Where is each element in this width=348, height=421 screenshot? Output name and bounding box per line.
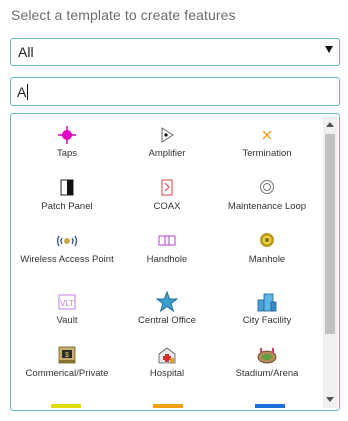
template-item-amplifier[interactable]: Amplifier [117, 124, 217, 159]
panel-heading: Select a template to create features [11, 7, 236, 23]
template-item-wireless-access-point[interactable]: Wireless Access Point [17, 230, 117, 265]
template-item-handhole[interactable]: Handhole [117, 230, 217, 265]
template-item-patch-panel[interactable]: Patch Panel [17, 177, 117, 212]
scrollbar-thumb[interactable] [325, 134, 335, 334]
template-label: Wireless Access Point [20, 254, 114, 265]
maintenance-loop-icon [260, 180, 274, 194]
template-picker-panel: Select a template to create features All… [0, 0, 348, 421]
template-label: Commerical/Private [25, 368, 109, 379]
template-search-input[interactable]: A [10, 77, 340, 106]
manhole-icon [260, 233, 274, 247]
template-item-coax[interactable]: COAX [117, 177, 217, 212]
template-item-central-office[interactable]: Central Office [117, 291, 217, 326]
wireless-access-point-icon [56, 235, 78, 247]
template-label: Stadium/Arena [235, 368, 299, 379]
template-label: COAX [153, 201, 181, 212]
chevron-down-icon[interactable] [325, 46, 333, 53]
template-label: Handhole [146, 254, 188, 265]
template-label: Hospital [149, 368, 185, 379]
amplifier-icon [161, 127, 174, 143]
gallery-scrollbar[interactable] [323, 116, 337, 408]
coax-icon [161, 179, 173, 196]
template-label: Vault [56, 315, 78, 326]
text-caret [27, 83, 29, 100]
template-label: Amplifier [148, 148, 186, 159]
template-item-hospital[interactable]: Hospital [117, 344, 217, 379]
svg-text:VLT: VLT [60, 299, 74, 308]
template-item-termination[interactable]: Termination [217, 124, 317, 159]
line-swatch-blue[interactable] [255, 404, 285, 408]
scroll-up-arrow-icon[interactable] [326, 122, 334, 127]
scroll-down-arrow-icon[interactable] [326, 397, 334, 402]
commercial-private-icon: $ [58, 346, 76, 364]
central-office-icon [156, 291, 178, 313]
template-item-stadium-arena[interactable]: Stadium/Arena [217, 344, 317, 379]
template-label: Patch Panel [41, 201, 93, 212]
line-swatch-yellow[interactable] [51, 404, 81, 408]
template-label: Taps [56, 148, 78, 159]
layer-filter-value: All [18, 44, 34, 60]
template-label: Maintenance Loop [227, 201, 307, 212]
template-item-vault[interactable]: VLT Vault [17, 291, 117, 326]
template-item-taps[interactable]: Taps [17, 124, 117, 159]
city-facility-icon [257, 293, 277, 312]
template-item-manhole[interactable]: Manhole [217, 230, 317, 265]
template-item-city-facility[interactable]: City Facility [217, 291, 317, 326]
layer-filter-select[interactable]: All [10, 38, 340, 66]
termination-icon [262, 130, 272, 140]
template-item-maintenance-loop[interactable]: Maintenance Loop [217, 177, 317, 212]
stadium-arena-icon [257, 348, 277, 364]
handhole-icon [158, 235, 176, 246]
search-input-value: A [17, 83, 27, 100]
template-gallery: Taps Amplifier Termination Patch Panel C… [10, 113, 340, 411]
patch-panel-icon [60, 179, 74, 196]
vault-icon: VLT [58, 294, 76, 310]
template-label: Central Office [138, 315, 196, 326]
template-item-commercial-private[interactable]: $ Commerical/Private [17, 344, 117, 379]
template-label: Termination [242, 148, 292, 159]
template-label: City Facility [242, 315, 292, 326]
template-label: Manhole [248, 254, 286, 265]
hospital-icon [158, 347, 176, 364]
svg-text:$: $ [65, 352, 69, 359]
taps-icon [58, 126, 76, 144]
line-swatch-orange[interactable] [153, 404, 183, 408]
